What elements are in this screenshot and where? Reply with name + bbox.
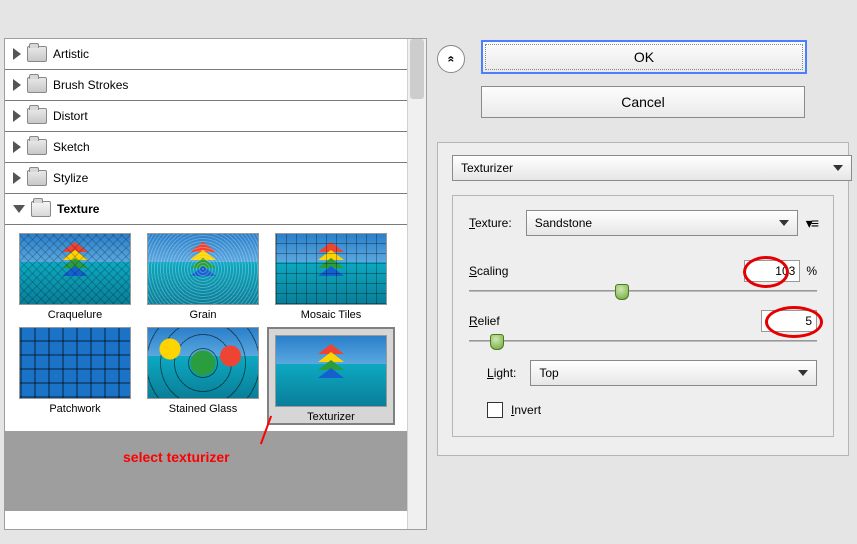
- slider-knob[interactable]: [490, 334, 504, 350]
- texture-thumbnails: Craquelure Grain Mosaic Tiles: [5, 225, 407, 431]
- thumb-image: [19, 233, 131, 305]
- chevron-down-icon: [798, 370, 808, 376]
- folder-open-icon: [31, 201, 51, 217]
- texture-row: Texture: Sandstone ▾≡: [469, 210, 817, 236]
- thumb-label: Craquelure: [11, 309, 139, 321]
- category-distort[interactable]: Distort: [5, 101, 407, 132]
- ok-button[interactable]: OK: [481, 40, 807, 74]
- thumb-mosaic-tiles[interactable]: Mosaic Tiles: [267, 233, 395, 321]
- texture-select[interactable]: Sandstone: [526, 210, 798, 236]
- thumb-image: [275, 233, 387, 305]
- scaling-input[interactable]: [744, 260, 800, 282]
- chevron-down-icon: [833, 165, 843, 171]
- button-label: Cancel: [621, 94, 665, 110]
- expand-icon: [13, 48, 21, 60]
- category-label: Stylize: [53, 171, 88, 185]
- scaling-label: Scaling: [469, 264, 508, 278]
- thumb-label: Mosaic Tiles: [267, 309, 395, 321]
- thumb-stained-glass[interactable]: Stained Glass: [139, 327, 267, 425]
- filter-select[interactable]: Texturizer: [452, 155, 852, 181]
- filter-select-value: Texturizer: [461, 161, 513, 175]
- category-label: Texture: [57, 202, 99, 216]
- relief-label: Relief: [469, 314, 500, 328]
- folder-icon: [27, 77, 47, 93]
- category-label: Artistic: [53, 47, 89, 61]
- thumb-texturizer[interactable]: Texturizer: [267, 327, 395, 425]
- light-label: Light:: [487, 366, 516, 380]
- category-stylize[interactable]: Stylize: [5, 163, 407, 194]
- category-sketch[interactable]: Sketch: [5, 132, 407, 163]
- filter-settings-group: Texturizer Texture: Sandstone ▾≡ Scaling: [437, 142, 849, 456]
- flyout-menu-icon[interactable]: ▾≡: [806, 215, 817, 232]
- texture-label: Texture:: [469, 216, 512, 230]
- category-artistic[interactable]: Artistic: [5, 39, 407, 70]
- expand-icon: [13, 110, 21, 122]
- thumb-image: [147, 327, 259, 399]
- scroll-thumb[interactable]: [410, 39, 424, 99]
- scaling-row: Scaling %: [469, 260, 817, 282]
- folder-icon: [27, 108, 47, 124]
- thumb-craquelure[interactable]: Craquelure: [11, 233, 139, 321]
- cancel-button[interactable]: Cancel: [481, 86, 805, 118]
- relief-slider[interactable]: [469, 340, 817, 342]
- invert-label: Invert: [511, 403, 541, 417]
- relief-input[interactable]: [761, 310, 817, 332]
- scaling-slider[interactable]: [469, 290, 817, 292]
- folder-icon: [27, 170, 47, 186]
- button-label: OK: [634, 49, 654, 65]
- filter-gallery-panel: Artistic Brush Strokes Distort Sketch St: [4, 38, 427, 530]
- thumb-label: Stained Glass: [139, 403, 267, 415]
- filter-tree: Artistic Brush Strokes Distort Sketch St: [5, 39, 407, 529]
- category-label: Brush Strokes: [53, 78, 128, 92]
- relief-row: Relief: [469, 310, 817, 332]
- category-brush-strokes[interactable]: Brush Strokes: [5, 70, 407, 101]
- invert-row: Invert: [487, 402, 817, 418]
- thumb-patchwork[interactable]: Patchwork: [11, 327, 139, 425]
- scrollbar[interactable]: [407, 39, 426, 529]
- thumb-label: Patchwork: [11, 403, 139, 415]
- thumb-label: Grain: [139, 309, 267, 321]
- category-label: Distort: [53, 109, 88, 123]
- thumb-image: [19, 327, 131, 399]
- texture-options: Texture: Sandstone ▾≡ Scaling %: [452, 195, 834, 437]
- collapse-icon: [13, 205, 25, 213]
- expand-icon: [13, 79, 21, 91]
- light-value: Top: [539, 366, 558, 380]
- expand-icon: [13, 172, 21, 184]
- settings-panel: « OK Cancel Texturizer Texture: Sandston…: [437, 40, 849, 456]
- collapse-button[interactable]: «: [437, 45, 465, 73]
- thumb-image: [147, 233, 259, 305]
- invert-checkbox[interactable]: [487, 402, 503, 418]
- panel-footer: select texturizer: [5, 431, 407, 511]
- chevron-down-icon: [779, 220, 789, 226]
- category-label: Sketch: [53, 140, 90, 154]
- texture-value: Sandstone: [535, 216, 592, 230]
- thumb-label: Texturizer: [269, 411, 393, 423]
- thumb-grain[interactable]: Grain: [139, 233, 267, 321]
- light-row: Light: Top: [469, 360, 817, 386]
- folder-icon: [27, 46, 47, 62]
- collapse-icon: «: [444, 56, 458, 63]
- light-select[interactable]: Top: [530, 360, 817, 386]
- expand-icon: [13, 141, 21, 153]
- category-texture[interactable]: Texture: [5, 194, 407, 225]
- annotation-text: select texturizer: [123, 449, 230, 465]
- folder-icon: [27, 139, 47, 155]
- thumb-image: [275, 335, 387, 407]
- scaling-unit: %: [806, 264, 817, 278]
- slider-knob[interactable]: [615, 284, 629, 300]
